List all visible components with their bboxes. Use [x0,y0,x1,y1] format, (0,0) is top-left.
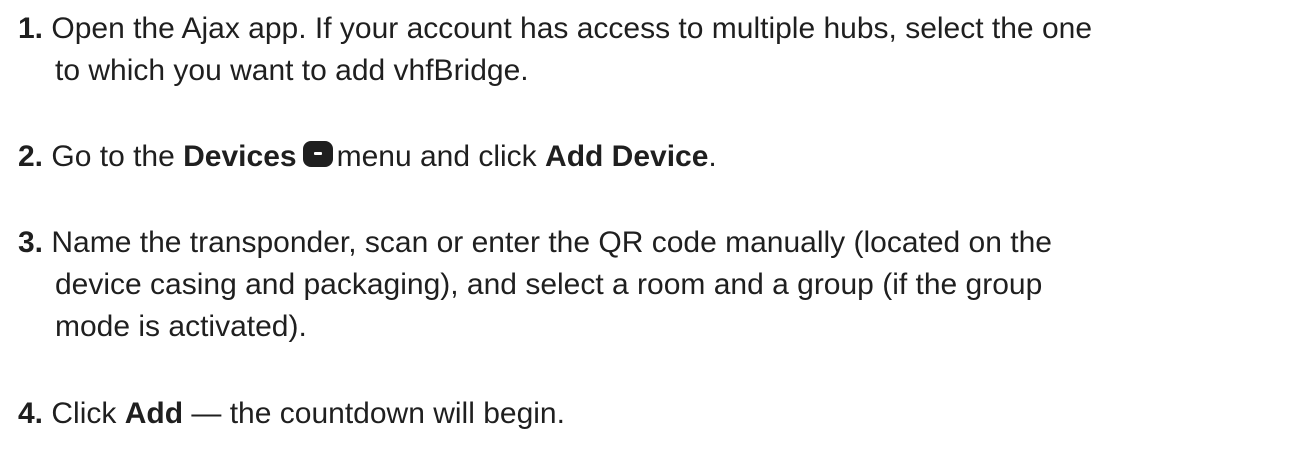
step-number: 1. [18,12,43,45]
step-text: . [708,140,716,173]
step-text: Click [51,397,116,430]
step-text: Open the Ajax app. If your account has a… [51,12,1092,45]
step-text: Name the transponder, scan or enter the … [51,226,1052,259]
add-label: Add [125,397,183,430]
step-text: — the countdown will begin. [191,397,565,430]
step-2: 2. Go to the Devices menu and click Add D… [18,136,1298,178]
devices-menu-label: Devices [183,140,296,173]
add-device-label: Add Device [545,140,708,173]
step-4: 4. Click Add — the countdown will begin. [18,393,1298,435]
instruction-steps: 1. Open the Ajax app. If your account ha… [0,0,1307,465]
step-text-continued: to which you want to add vhfBridge. [18,50,1298,92]
step-text-continued: device casing and packaging), and select… [18,264,1298,306]
step-1: 1. Open the Ajax app. If your account ha… [18,8,1298,92]
step-text: Go to the [51,140,174,173]
step-number: 4. [18,397,43,430]
step-text-continued: mode is activated). [18,306,1298,348]
step-3: 3. Name the transponder, scan or enter t… [18,222,1298,348]
step-text: menu and click [337,140,537,173]
step-number: 3. [18,226,43,259]
step-number: 2. [18,140,43,173]
devices-icon [303,141,333,167]
